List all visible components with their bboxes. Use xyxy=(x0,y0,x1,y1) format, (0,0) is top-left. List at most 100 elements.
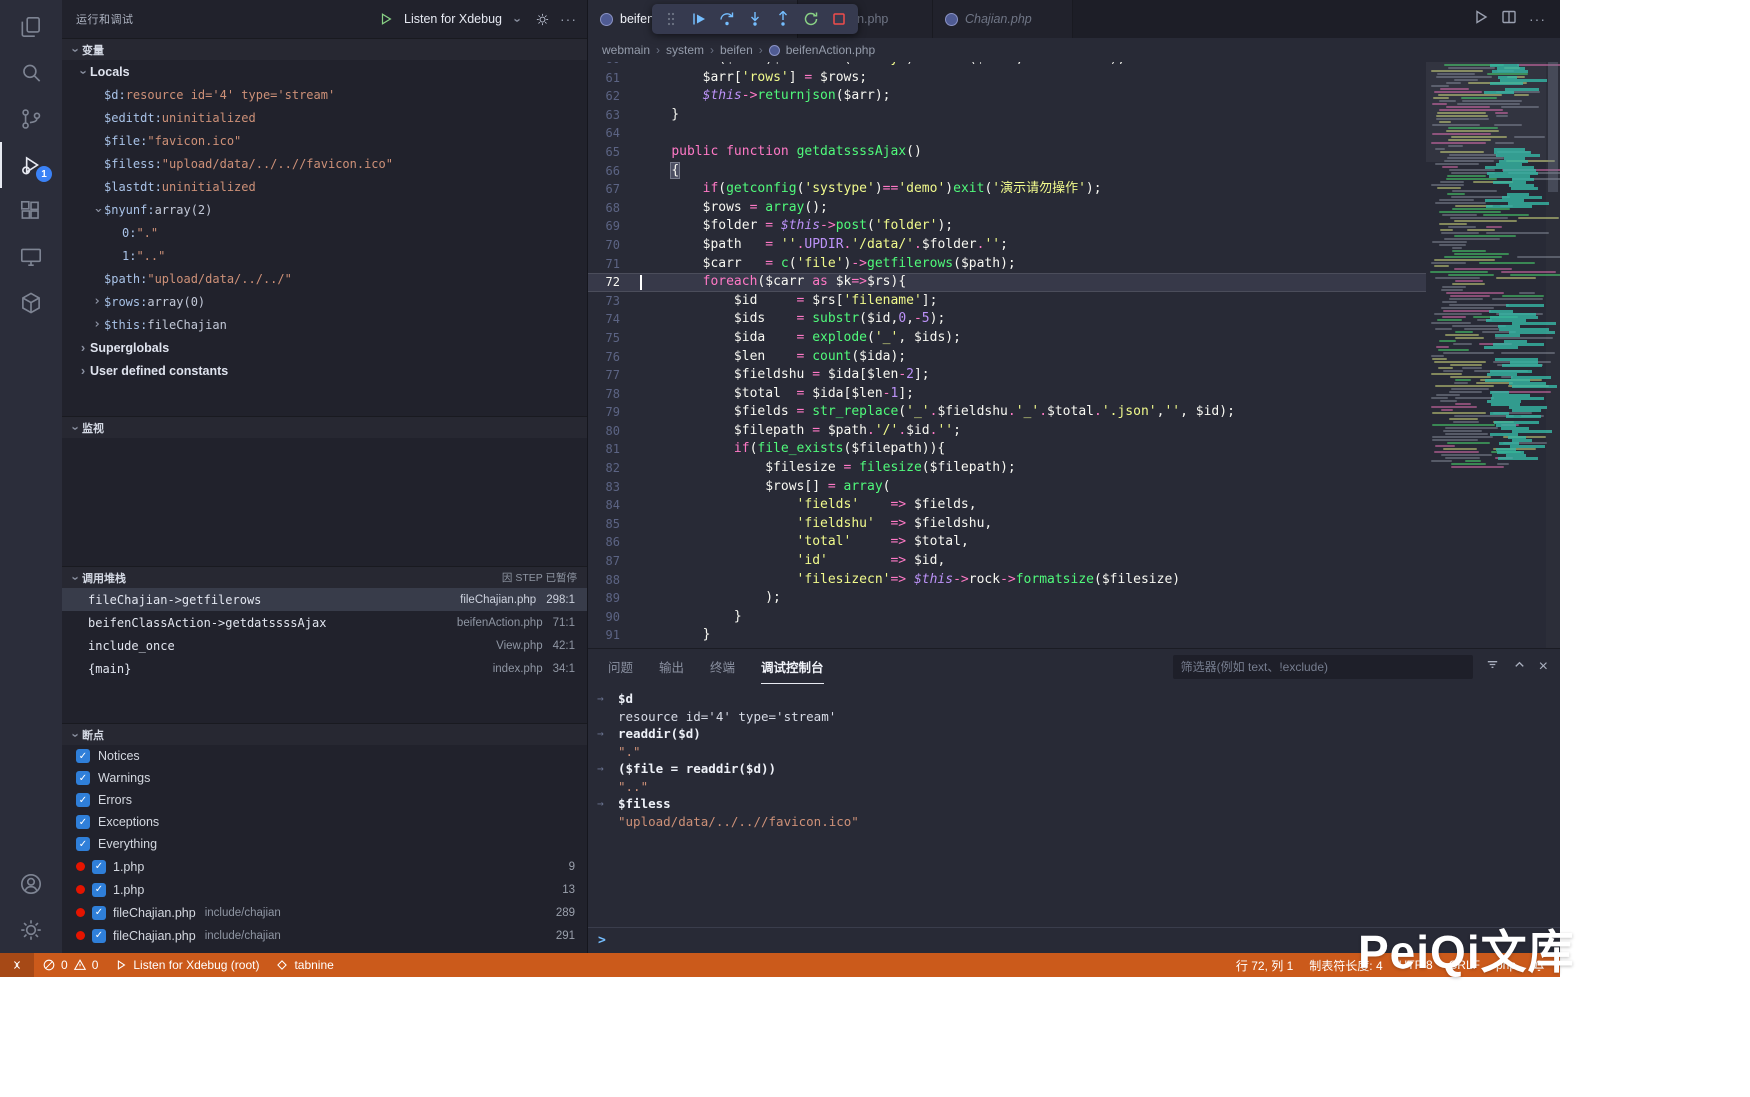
checkbox[interactable]: ✓ xyxy=(92,929,106,943)
breakpoint-option-notices[interactable]: ✓Notices xyxy=(62,745,587,767)
breakpoint-option-everything[interactable]: ✓Everything xyxy=(62,833,587,855)
settings-gear-icon[interactable] xyxy=(0,907,62,953)
line-number[interactable]: 88 xyxy=(588,571,640,590)
line-number[interactable]: 81 xyxy=(588,440,640,459)
tab-chajian-php[interactable]: Chajian.php xyxy=(933,0,1073,38)
code-line-content[interactable]: $fieldshu = $ida[$len-2]; xyxy=(640,366,1426,385)
code-line-content[interactable]: $carr = c('file')->getfilerows($path); xyxy=(640,255,1426,274)
line-number[interactable]: 62 xyxy=(588,87,640,106)
line-number[interactable]: 90 xyxy=(588,608,640,627)
variable-row[interactable]: ›$this: fileChajian xyxy=(62,313,587,336)
continue-icon[interactable] xyxy=(686,7,712,31)
line-number[interactable]: 76 xyxy=(588,348,640,367)
code-line-content[interactable]: } xyxy=(640,626,1426,645)
code-line-content[interactable]: $folder = $this->post('folder'); xyxy=(640,217,1426,236)
stack-frame-row[interactable]: fileChajian->getfilerowsfileChajian.php2… xyxy=(62,588,587,611)
code-line-content[interactable]: if($rows)$rows = c('array')->order($rows… xyxy=(640,62,1426,69)
variable-row[interactable]: ›$file: "favicon.ico" xyxy=(62,129,587,152)
section-variables[interactable]: › 变量 xyxy=(62,38,587,60)
checkbox[interactable]: ✓ xyxy=(76,837,90,851)
section-call-stack[interactable]: › 调用堆栈 因 STEP 已暂停 xyxy=(62,566,587,588)
line-number[interactable]: 70 xyxy=(588,236,640,255)
code-line-content[interactable]: $fields = str_replace('_'.$fieldshu.'_'.… xyxy=(640,403,1426,422)
package-icon[interactable] xyxy=(0,280,62,326)
line-number[interactable]: 84 xyxy=(588,496,640,515)
cursor-position[interactable]: 行 72, 列 1 xyxy=(1228,953,1301,977)
launch-config-label[interactable]: Listen for Xdebug xyxy=(404,12,502,26)
step-over-icon[interactable] xyxy=(714,7,740,31)
breadcrumb-item[interactable]: system xyxy=(666,43,704,57)
line-number[interactable]: 87 xyxy=(588,552,640,571)
close-panel-icon[interactable]: × xyxy=(1539,659,1548,675)
stack-frame-row[interactable]: include_onceView.php42:1 xyxy=(62,634,587,657)
variable-row[interactable]: ›1: ".." xyxy=(62,244,587,267)
scope-user-defined-constants[interactable]: ›User defined constants xyxy=(62,359,587,382)
code-line-content[interactable]: } xyxy=(640,608,1426,627)
breakpoint-option-warnings[interactable]: ✓Warnings xyxy=(62,767,587,789)
problems-status[interactable]: 0 0 xyxy=(34,953,106,977)
step-out-icon[interactable] xyxy=(770,7,796,31)
code-line-content[interactable]: $path = ''.UPDIR.'/data/'.$folder.''; xyxy=(640,236,1426,255)
code-line-content[interactable]: ); xyxy=(640,589,1426,608)
extensions-icon[interactable] xyxy=(0,188,62,234)
account-icon[interactable] xyxy=(0,861,62,907)
checkbox[interactable]: ✓ xyxy=(76,793,90,807)
variable-row[interactable]: ›0: "." xyxy=(62,221,587,244)
code-line-content[interactable]: 'total' => $total, xyxy=(640,533,1426,552)
line-number[interactable]: 67 xyxy=(588,180,640,199)
code-line-content[interactable]: $filesize = filesize($filepath); xyxy=(640,459,1426,478)
start-debug-icon[interactable] xyxy=(376,9,396,29)
search-icon[interactable] xyxy=(0,50,62,96)
line-number[interactable]: 75 xyxy=(588,329,640,348)
code-line-content[interactable]: 'fields' => $fields, xyxy=(640,496,1426,515)
tabnine-status[interactable]: tabnine xyxy=(267,953,341,977)
chevron-right-icon[interactable]: › xyxy=(90,317,104,332)
variable-row[interactable]: ›$path: "upload/data/../../" xyxy=(62,267,587,290)
line-number[interactable]: 78 xyxy=(588,385,640,404)
line-number[interactable]: 85 xyxy=(588,515,640,534)
variable-row[interactable]: ›$rows: array(0) xyxy=(62,290,587,313)
variable-row[interactable]: ›$filess: "upload/data/../..//favicon.ic… xyxy=(62,152,587,175)
scope-superglobals[interactable]: ›Superglobals xyxy=(62,336,587,359)
section-watch[interactable]: › 监视 xyxy=(62,416,587,438)
minimap[interactable] xyxy=(1426,62,1546,648)
breadcrumb-item[interactable]: beifenAction.php xyxy=(786,43,875,57)
line-number[interactable]: 64 xyxy=(588,124,640,143)
chevron-right-icon[interactable]: › xyxy=(90,294,104,309)
code-line-content[interactable]: { xyxy=(640,162,1426,181)
scrollbar-thumb[interactable] xyxy=(1548,62,1558,192)
stack-frame-row[interactable]: beifenClassAction->getdatssssAjaxbeifenA… xyxy=(62,611,587,634)
code-line-content[interactable]: 'filesizecn'=> $this->rock->formatsize($… xyxy=(640,571,1426,590)
code-line-content[interactable] xyxy=(640,124,1426,143)
code-line-content[interactable]: $ida = explode('_', $ids); xyxy=(640,329,1426,348)
scope-locals[interactable]: › Locals xyxy=(62,60,587,83)
more-actions-icon[interactable]: ··· xyxy=(560,11,577,27)
line-number[interactable]: 73 xyxy=(588,292,640,311)
line-number[interactable]: 69 xyxy=(588,217,640,236)
debug-listen-status[interactable]: Listen for Xdebug (root) xyxy=(106,953,267,977)
line-number[interactable]: 60 xyxy=(588,62,640,69)
restart-icon[interactable] xyxy=(798,7,824,31)
explorer-icon[interactable] xyxy=(0,4,62,50)
line-number[interactable]: 74 xyxy=(588,310,640,329)
maximize-panel-icon[interactable] xyxy=(1512,657,1527,677)
code-line-content[interactable]: $this->returnjson($arr); xyxy=(640,87,1426,106)
code-line-content[interactable]: $rows = array(); xyxy=(640,199,1426,218)
checkbox[interactable]: ✓ xyxy=(76,749,90,763)
line-number[interactable]: 72 xyxy=(588,273,640,292)
code-line-content[interactable]: if(file_exists($filepath)){ xyxy=(640,440,1426,459)
line-number[interactable]: 77 xyxy=(588,366,640,385)
code-line-content[interactable]: $id = $rs['filename']; xyxy=(640,292,1426,311)
breakpoint-option-exceptions[interactable]: ✓Exceptions xyxy=(62,811,587,833)
tab-terminal[interactable]: 终端 xyxy=(710,649,735,684)
code-line-content[interactable]: $len = count($ida); xyxy=(640,348,1426,367)
editor-scrollbar[interactable] xyxy=(1546,62,1560,648)
filter-icon[interactable] xyxy=(1485,657,1500,677)
source-control-icon[interactable] xyxy=(0,96,62,142)
more-actions-icon[interactable]: ··· xyxy=(1529,11,1546,27)
line-number[interactable]: 82 xyxy=(588,459,640,478)
stack-frame-row[interactable]: {main}index.php34:1 xyxy=(62,657,587,680)
line-number[interactable]: 63 xyxy=(588,106,640,125)
chevron-down-icon[interactable]: › xyxy=(90,203,105,217)
breakpoint-row[interactable]: ✓fileChajian.phpinclude/chajian289 xyxy=(62,901,587,924)
